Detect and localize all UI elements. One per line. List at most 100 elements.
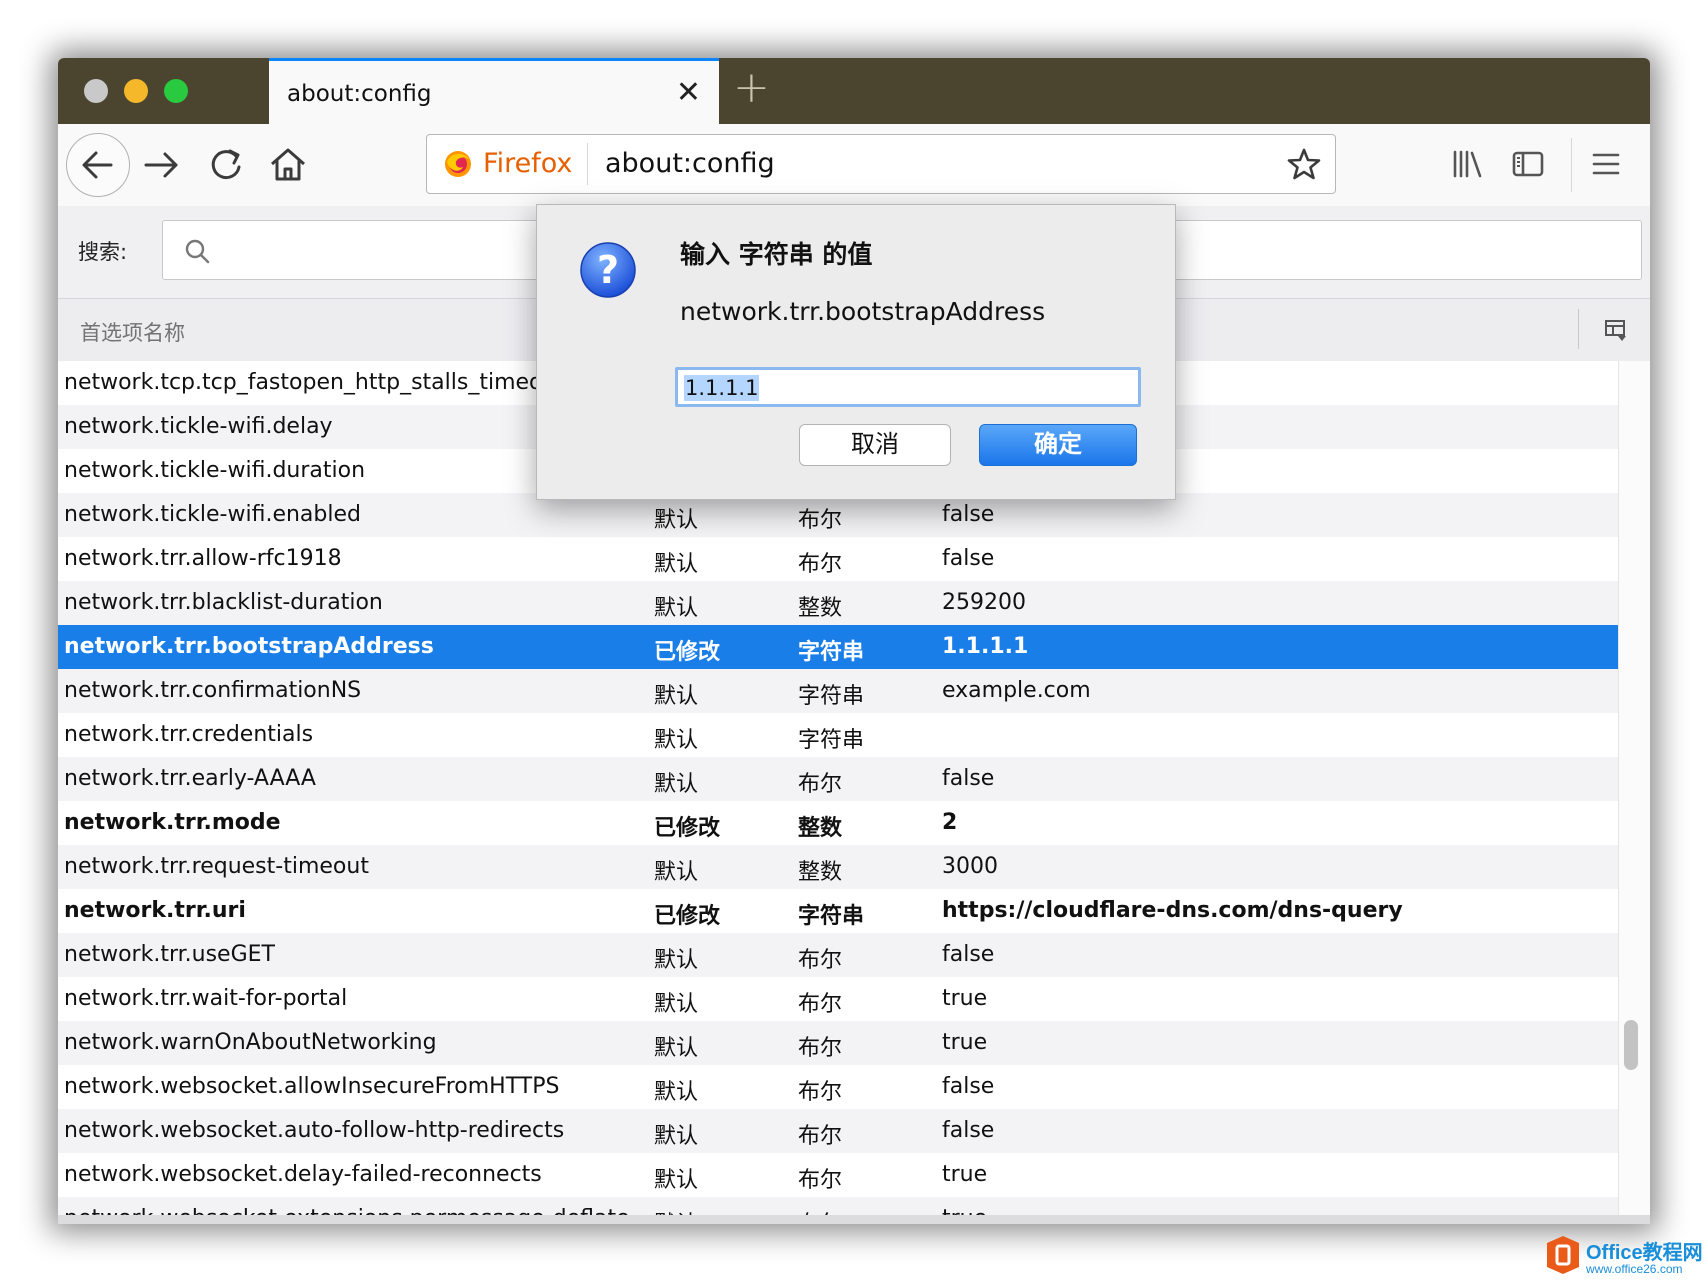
close-icon[interactable]: ✕ [676,75,701,110]
type-cell: 字符串 [798,728,865,753]
search-icon [185,239,210,264]
type-cell: 布尔 [798,948,843,973]
pref-name-cell: network.websocket.auto-follow-http-redir… [64,1118,565,1143]
scrollbar-thumb[interactable] [1624,1020,1638,1070]
table-row[interactable]: network.trr.useGET 默认 布尔 false [58,933,1618,977]
status-cell: 默认 [654,1036,699,1061]
table-row[interactable]: network.trr.allow-rfc1918 默认 布尔 false [58,537,1618,581]
forward-button[interactable] [136,139,188,195]
url-text[interactable]: about:config [605,148,775,179]
svg-text:?: ? [597,248,619,292]
sidebar-button[interactable] [1508,144,1548,188]
type-cell: 布尔 [798,1036,843,1061]
pref-name-cell: network.trr.mode [64,810,281,835]
reload-button[interactable] [200,139,252,195]
value-cell: false [942,766,995,791]
type-cell: 布尔 [798,508,843,533]
plus-icon[interactable]: + [733,62,770,113]
status-cell: 已修改 [654,640,721,665]
pref-name-cell: network.trr.credentials [64,722,314,747]
table-row[interactable]: network.websocket.auto-follow-http-redir… [58,1109,1618,1153]
status-cell: 默认 [654,552,699,577]
table-row[interactable]: network.trr.mode 已修改 整数 2 [58,801,1618,845]
type-cell: 布尔 [798,1168,843,1193]
type-cell: 布尔 [798,772,843,797]
back-arrow-icon [82,151,113,179]
back-button[interactable] [66,133,130,197]
search-label: 搜索: [78,240,128,264]
table-row[interactable]: network.trr.uri 已修改 字符串 https://cloudflare-… [58,889,1618,933]
value-cell: false [942,1074,995,1099]
type-cell: 字符串 [798,640,865,665]
dialog-title: 输入 字符串 的值 [680,240,873,269]
office-logo-icon [1547,1236,1579,1274]
value-cell: false [942,546,995,571]
table-row[interactable]: network.trr.request-timeout 默认 整数 3000 [58,845,1618,889]
value-cell: false [942,942,995,967]
zoom-window-button[interactable] [164,79,188,103]
status-cell: 默认 [654,728,699,753]
nav-toolbar: Firefox about:config [58,124,1650,207]
status-cell: 已修改 [654,816,721,841]
value-cell: 3000 [942,854,998,879]
scrollbar-track[interactable] [1618,361,1650,1221]
value-cell: https://cloudflare-dns.com/dns-query [942,898,1403,923]
status-cell: 默认 [654,860,699,885]
status-cell: 默认 [654,508,699,533]
type-cell: 字符串 [798,904,865,929]
pref-name-cell: network.trr.wait-for-portal [64,986,348,1011]
home-icon [271,148,305,181]
minimize-window-button[interactable] [124,79,148,103]
library-icon [1453,150,1482,178]
tab-about-config[interactable]: about:config ✕ [269,58,719,124]
ok-button[interactable]: 确定 [979,424,1137,466]
bookmark-star-icon[interactable] [1285,145,1323,183]
hamburger-menu-icon [1592,153,1620,175]
type-cell: 字符串 [798,684,865,709]
pref-name-cell: network.warnOnAboutNetworking [64,1030,437,1055]
status-cell: 默认 [654,596,699,621]
pref-name-cell: network.tickle-wifi.delay [64,414,333,439]
pref-name-cell: network.trr.request-timeout [64,854,369,879]
column-picker-icon[interactable] [1603,317,1629,343]
edit-string-dialog: ? 输入 字符串 的值 network.trr.bootstrapAddress… [536,204,1176,500]
value-cell: true [942,986,988,1011]
column-header-name[interactable]: 首选项名称 [80,317,185,347]
table-row[interactable]: network.trr.early-AAAA 默认 布尔 false [58,757,1618,801]
firefox-logo-icon [445,151,471,177]
table-row[interactable]: network.trr.credentials 默认 字符串 [58,713,1618,757]
menu-button[interactable] [1586,144,1626,188]
close-window-button[interactable] [84,79,108,103]
table-row[interactable]: network.trr.wait-for-portal 默认 布尔 true [58,977,1618,1021]
pref-name-cell: network.tcp.tcp_fastopen_http_stalls_tim… [64,370,566,395]
pref-name-cell: network.trr.allow-rfc1918 [64,546,342,571]
url-bar[interactable]: Firefox about:config [426,134,1336,194]
status-cell: 已修改 [654,904,721,929]
tab-title: about:config [287,81,432,107]
type-cell: 整数 [798,596,843,621]
window-bottom-edge [58,1215,1650,1224]
table-row[interactable]: network.websocket.allowInsecureFromHTTPS… [58,1065,1618,1109]
watermark-url: www.office26.com [1586,1262,1683,1276]
table-row[interactable]: network.trr.bootstrapAddress 已修改 字符串 1.1.1.… [58,625,1618,669]
library-button[interactable] [1448,144,1488,188]
sidebar-icon [1512,151,1544,177]
value-cell: true [942,1162,988,1187]
value-cell: example.com [942,678,1091,703]
table-row[interactable]: network.trr.blacklist-duration 默认 整数 259200 [58,581,1618,625]
status-cell: 默认 [654,772,699,797]
status-cell: 默认 [654,992,699,1017]
home-button[interactable] [262,139,314,195]
pref-name-cell: network.websocket.allowInsecureFromHTTPS [64,1074,560,1099]
type-cell: 布尔 [798,1124,843,1149]
table-row[interactable]: network.websocket.delay-failed-reconnect… [58,1153,1618,1197]
table-row[interactable]: network.warnOnAboutNetworking 默认 布尔 true [58,1021,1618,1065]
pref-name-cell: network.trr.uri [64,898,246,923]
type-cell: 整数 [798,860,843,885]
status-cell: 默认 [654,1124,699,1149]
selected-input-text: 1.1.1.1 [684,375,760,401]
cancel-button[interactable]: 取消 [799,424,951,466]
type-cell: 布尔 [798,1080,843,1105]
title-bar: about:config ✕ + [58,58,1650,124]
table-row[interactable]: network.trr.confirmationNS 默认 字符串 example.c… [58,669,1618,713]
